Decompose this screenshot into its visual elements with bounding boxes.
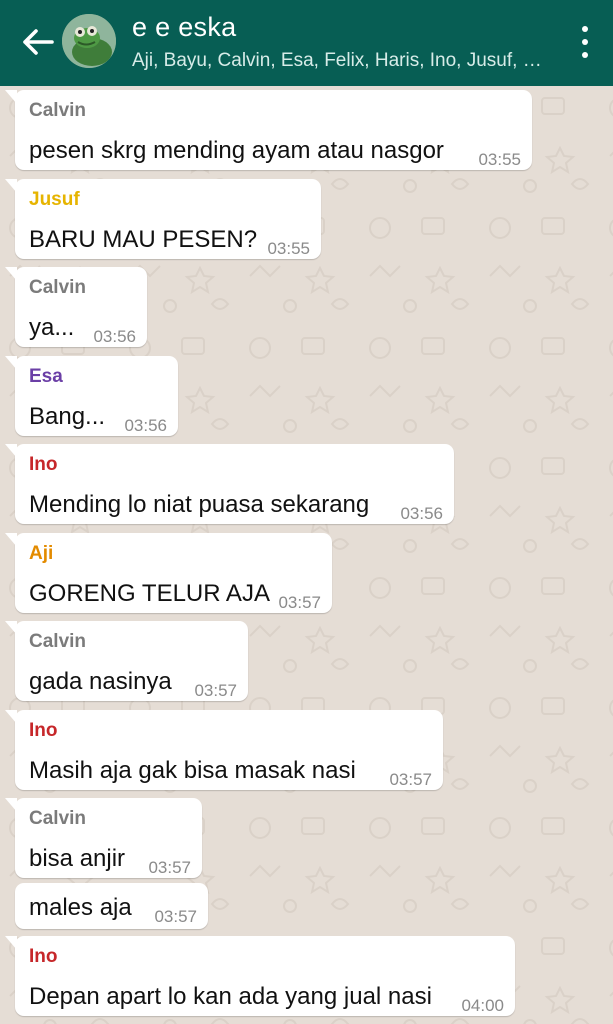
message-text: GORENG TELUR AJA	[29, 580, 270, 607]
message-sender[interactable]: Calvin	[29, 277, 86, 299]
message-text: gada nasinya	[29, 668, 172, 695]
message-sender[interactable]: Aji	[29, 543, 53, 565]
group-title[interactable]: e e eska	[132, 12, 236, 43]
message-text: ya...	[29, 314, 75, 341]
message-time: 03:55	[267, 239, 310, 258]
message-text: Depan apart lo kan ada yang jual nasi	[29, 983, 432, 1010]
message-time: 03:57	[194, 681, 237, 700]
back-button[interactable]	[18, 22, 58, 62]
message-time: 03:56	[400, 504, 443, 523]
message-time: 03:57	[389, 770, 432, 789]
kebab-menu-icon	[582, 26, 588, 32]
message-sender[interactable]: Esa	[29, 366, 63, 388]
more-options-button[interactable]	[575, 26, 595, 58]
message-time: 03:57	[154, 907, 197, 926]
message-bubble[interactable]: Ino Mending lo niat puasa sekarang 03:56	[5, 444, 454, 524]
message-time: 03:56	[124, 416, 167, 435]
message-time: 03:57	[148, 858, 191, 877]
message-sender[interactable]: Jusuf	[29, 189, 80, 211]
chat-header: e e eska Aji, Bayu, Calvin, Esa, Felix, …	[0, 0, 613, 86]
message-sender[interactable]: Calvin	[29, 100, 86, 122]
message-sender[interactable]: Ino	[29, 720, 58, 742]
message-sender[interactable]: Calvin	[29, 631, 86, 653]
message-bubble[interactable]: Ino Masih aja gak bisa masak nasi 03:57	[5, 710, 443, 790]
frog-avatar-icon	[62, 14, 116, 68]
message-bubble[interactable]: males aja 03:57	[15, 883, 208, 929]
message-time: 04:00	[461, 996, 504, 1015]
message-text: Bang...	[29, 403, 106, 430]
message-bubble[interactable]: Calvin pesen skrg mending ayam atau nasg…	[5, 90, 532, 170]
message-sender[interactable]: Ino	[29, 946, 58, 968]
message-time: 03:55	[478, 150, 521, 169]
message-text: Mending lo niat puasa sekarang	[29, 491, 370, 518]
group-avatar[interactable]	[62, 14, 116, 68]
message-text: males aja	[29, 894, 132, 921]
message-sender[interactable]: Calvin	[29, 808, 86, 830]
message-time: 03:56	[93, 327, 136, 346]
message-bubble[interactable]: Aji GORENG TELUR AJA 03:57	[5, 533, 332, 613]
message-bubble[interactable]: Calvin gada nasinya 03:57	[5, 621, 248, 701]
message-bubble[interactable]: Esa Bang... 03:56	[5, 356, 178, 436]
arrow-left-icon	[23, 29, 54, 55]
message-bubble[interactable]: Calvin ya... 03:56	[5, 267, 147, 347]
message-time: 03:57	[278, 593, 321, 612]
group-members[interactable]: Aji, Bayu, Calvin, Esa, Felix, Haris, In…	[132, 50, 542, 72]
chat-area[interactable]: Calvin pesen skrg mending ayam atau nasg…	[0, 86, 613, 1024]
message-text: Masih aja gak bisa masak nasi	[29, 757, 356, 784]
message-text: BARU MAU PESEN?	[29, 226, 258, 253]
message-text: pesen skrg mending ayam atau nasgor	[29, 137, 444, 164]
message-sender[interactable]: Ino	[29, 454, 58, 476]
message-text: bisa anjir	[29, 845, 126, 872]
message-bubble[interactable]: Calvin bisa anjir 03:57	[5, 798, 202, 878]
message-bubble[interactable]: Ino Depan apart lo kan ada yang jual nas…	[5, 936, 515, 1016]
message-bubble[interactable]: Jusuf BARU MAU PESEN? 03:55	[5, 179, 321, 259]
